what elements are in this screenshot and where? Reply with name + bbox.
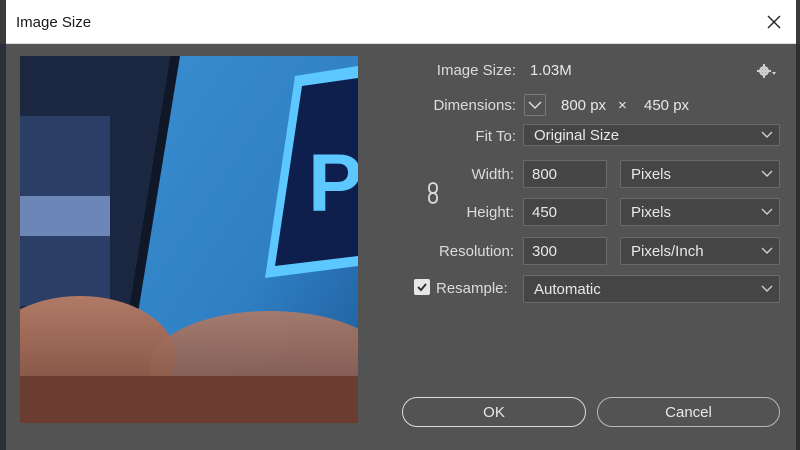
chevron-down-icon — [761, 247, 773, 254]
dimensions-width: 800 px — [561, 97, 607, 114]
chevron-down-icon — [761, 208, 773, 215]
preview-photo: P — [20, 56, 358, 423]
dimensions-height: 450 px — [644, 97, 690, 114]
ok-button[interactable]: OK — [402, 397, 586, 427]
resample-label: Resample: — [436, 280, 508, 297]
dimensions-times: × — [618, 97, 627, 114]
image-preview[interactable]: P — [20, 56, 358, 423]
close-icon — [767, 15, 781, 29]
chevron-down-icon — [761, 285, 773, 292]
image-size-label: Image Size: — [436, 62, 516, 79]
resolution-input[interactable]: 300 — [523, 237, 607, 265]
height-label: Height: — [466, 204, 514, 221]
close-button[interactable] — [760, 8, 788, 36]
checkmark-icon — [417, 283, 427, 292]
dialog-title: Image Size — [16, 14, 92, 31]
width-label: Width: — [471, 166, 514, 183]
link-chain-icon[interactable] — [426, 182, 440, 204]
width-input[interactable]: 800 — [523, 160, 607, 188]
fit-to-select[interactable]: Original Size — [523, 124, 780, 146]
image-size-dialog: Image Size P Image Size: 1.03M Dimension… — [6, 0, 796, 450]
chevron-down-icon — [761, 170, 773, 177]
ps-logo-letter: P — [308, 138, 358, 229]
resample-checkbox[interactable] — [414, 279, 430, 295]
fit-to-label: Fit To: — [475, 128, 516, 145]
dimensions-unit-toggle[interactable] — [524, 94, 546, 116]
chevron-down-icon — [761, 131, 773, 138]
gear-icon — [757, 64, 776, 78]
background-window-edge-right — [796, 44, 800, 450]
resolution-unit-select[interactable]: Pixels/Inch — [620, 237, 780, 265]
resample-select[interactable]: Automatic — [523, 275, 780, 303]
dimensions-label: Dimensions: — [433, 97, 516, 114]
width-unit-select[interactable]: Pixels — [620, 160, 780, 188]
settings-menu-button[interactable] — [756, 62, 778, 80]
image-size-value: 1.03M — [530, 62, 572, 79]
height-input[interactable]: 450 — [523, 198, 607, 226]
cancel-button[interactable]: Cancel — [597, 397, 780, 427]
chevron-down-icon — [528, 101, 542, 110]
height-unit-select[interactable]: Pixels — [620, 198, 780, 226]
title-bar: Image Size — [6, 0, 796, 44]
resolution-label: Resolution: — [438, 243, 514, 260]
